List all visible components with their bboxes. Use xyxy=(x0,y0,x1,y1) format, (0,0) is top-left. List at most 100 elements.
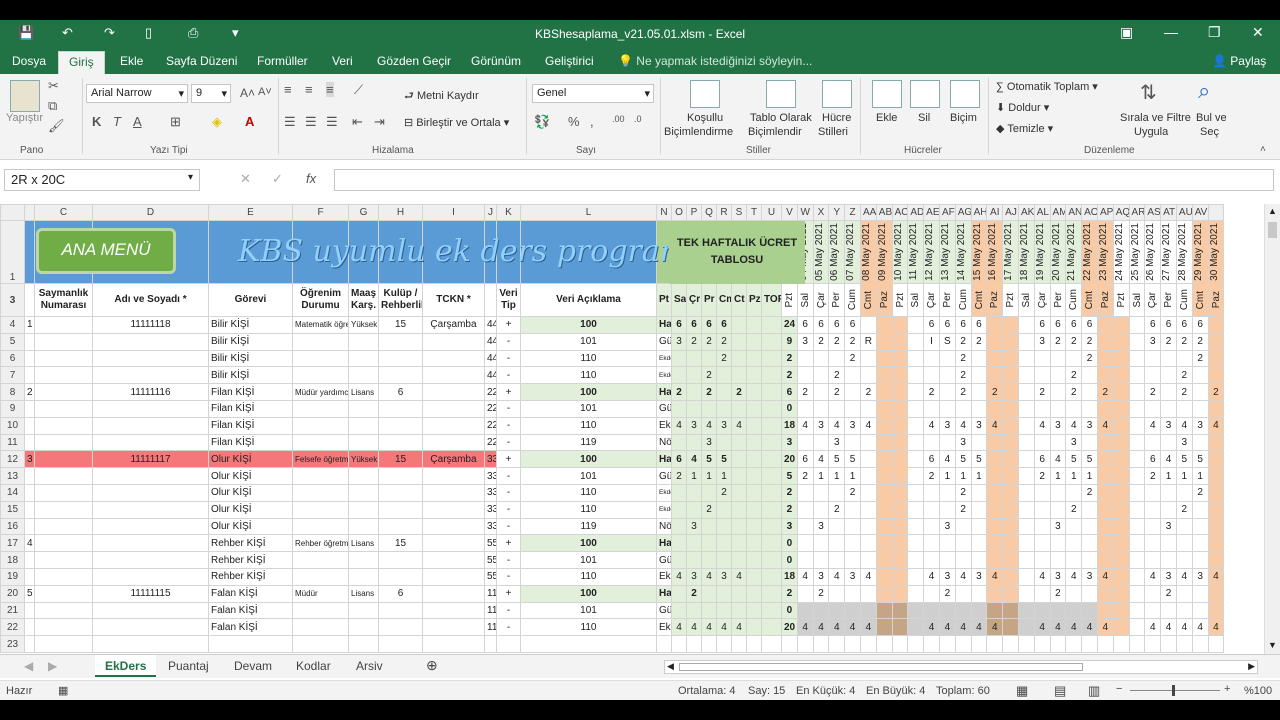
name-cell[interactable]: Bilir KİŞİ xyxy=(208,332,293,351)
day-cell[interactable] xyxy=(1191,534,1209,553)
insert-cells-icon[interactable] xyxy=(872,80,902,108)
ogrenim-cell[interactable] xyxy=(348,332,379,351)
saymanlik-cell[interactable] xyxy=(92,332,209,351)
day-cell[interactable] xyxy=(907,366,925,385)
veri-tip-cell[interactable]: 101 xyxy=(520,332,657,351)
day-cell[interactable] xyxy=(1002,399,1019,418)
name-box[interactable]: 2R x 20C ▾ xyxy=(4,169,200,191)
zoom-out-icon[interactable]: − xyxy=(1116,683,1122,695)
weekly-hours-cell[interactable] xyxy=(761,483,782,502)
veri-tip-cell[interactable]: 110 xyxy=(520,349,657,368)
weekly-hours-cell[interactable] xyxy=(746,416,762,435)
day-cell[interactable]: 4 xyxy=(1096,618,1114,637)
total-cell[interactable]: 0 xyxy=(781,601,798,620)
day-cell[interactable] xyxy=(796,534,814,553)
weekly-hours-cell[interactable] xyxy=(746,618,762,637)
day-cell[interactable]: 2 xyxy=(1191,349,1209,368)
sign-cell[interactable]: - xyxy=(496,483,521,502)
weekly-hours-cell[interactable]: 1 xyxy=(686,467,702,485)
sign-cell[interactable]: - xyxy=(496,349,521,368)
gorev-cell[interactable] xyxy=(292,366,349,385)
ogrenim-cell[interactable] xyxy=(348,567,379,586)
empty-cell[interactable] xyxy=(34,635,93,653)
tckn-cell[interactable]: 22222222222 xyxy=(484,433,497,452)
day-cell[interactable] xyxy=(1112,416,1130,435)
borders-icon[interactable]: ⊞ xyxy=(170,114,181,130)
day-cell[interactable] xyxy=(970,349,988,368)
maas-cell[interactable]: 15 xyxy=(378,316,423,334)
minimize-icon[interactable]: — xyxy=(1164,24,1178,40)
insert-cells-label[interactable]: Ekle xyxy=(876,112,897,124)
column-header[interactable]: P xyxy=(686,204,702,221)
day-cell[interactable] xyxy=(1033,534,1051,553)
empty-cell[interactable] xyxy=(24,635,35,653)
day-cell[interactable] xyxy=(844,383,861,401)
weekly-hours-cell[interactable] xyxy=(761,416,782,435)
grow-font-icon[interactable]: A˄ xyxy=(240,86,255,100)
select-all-corner[interactable] xyxy=(0,204,25,221)
day-cell[interactable] xyxy=(812,500,830,519)
day-cell[interactable] xyxy=(844,601,861,620)
day-cell[interactable] xyxy=(1112,584,1130,603)
weekly-hours-cell[interactable]: 3 xyxy=(716,416,732,435)
total-cell[interactable]: 2 xyxy=(781,584,798,603)
day-cell[interactable] xyxy=(828,534,846,553)
empty-cell[interactable] xyxy=(938,635,956,653)
conditional-formatting-label1[interactable]: Koşullu xyxy=(687,112,723,124)
day-cell[interactable]: 2 xyxy=(1191,332,1209,351)
veri-aciklama-cell[interactable]: Ekders Yer.Geç.Gör. - Kulüp/Rehberlik xyxy=(656,500,672,519)
weekly-hours-cell[interactable] xyxy=(671,551,687,569)
day-cell[interactable] xyxy=(1002,416,1019,435)
weekly-hours-cell[interactable] xyxy=(716,551,732,569)
tckn-cell[interactable]: 22222222222 xyxy=(484,416,497,435)
saymanlik-cell[interactable] xyxy=(92,517,209,536)
weekly-hours-cell[interactable]: 4 xyxy=(701,416,717,435)
day-cell[interactable] xyxy=(1207,601,1225,620)
ogrenim-cell[interactable] xyxy=(348,467,379,485)
column-header[interactable]: L xyxy=(520,204,657,221)
gorev-cell[interactable]: Matematik öğretmeni xyxy=(292,316,349,334)
number-format-select[interactable]: Genel ▾ xyxy=(532,84,654,103)
day-cell[interactable] xyxy=(1065,601,1083,620)
weekly-hours-cell[interactable] xyxy=(731,483,747,502)
day-cell[interactable]: 4 xyxy=(1207,567,1225,586)
weekly-hours-cell[interactable] xyxy=(761,433,782,452)
empty-cell[interactable] xyxy=(1112,635,1130,653)
day-cell[interactable] xyxy=(828,483,846,502)
veri-tip-cell[interactable]: 100 xyxy=(520,316,657,334)
veri-aciklama-cell[interactable]: Gündüz xyxy=(656,551,672,569)
day-cell[interactable]: 1 xyxy=(970,467,988,485)
column-header[interactable]: X xyxy=(812,204,830,221)
day-cell[interactable]: 6 xyxy=(1033,450,1051,469)
day-cell[interactable]: 2 xyxy=(844,483,861,502)
ogrenim-cell[interactable] xyxy=(348,517,379,536)
scroll-thumb[interactable] xyxy=(1268,222,1277,238)
day-cell[interactable]: 2 xyxy=(1144,467,1162,485)
weekly-hours-cell[interactable] xyxy=(746,584,762,603)
tckn-cell[interactable]: 44444444444 xyxy=(484,349,497,368)
day-cell[interactable]: 4 xyxy=(954,567,972,586)
day-cell[interactable] xyxy=(1033,500,1051,519)
maas-cell[interactable]: 15 xyxy=(378,534,423,553)
day-cell[interactable]: 6 xyxy=(1175,316,1193,334)
maas-cell[interactable] xyxy=(378,517,423,536)
weekly-hours-cell[interactable] xyxy=(746,551,762,569)
day-cell[interactable] xyxy=(891,316,909,334)
maas-cell[interactable] xyxy=(378,467,423,485)
veri-aciklama-cell[interactable]: Haftalık Ders Programı xyxy=(656,584,672,603)
saymanlik-cell[interactable] xyxy=(92,483,209,502)
serial-cell[interactable] xyxy=(24,366,35,385)
day-cell[interactable] xyxy=(907,332,925,351)
tab-giris[interactable]: Giriş xyxy=(58,51,105,74)
gorev-cell[interactable] xyxy=(292,618,349,637)
day-cell[interactable] xyxy=(891,332,909,351)
prev-sheet-icon[interactable]: ◀ xyxy=(24,659,33,673)
saymanlik-cell[interactable] xyxy=(92,500,209,519)
day-cell[interactable]: 4 xyxy=(1160,618,1177,637)
day-cell[interactable] xyxy=(923,534,940,553)
veri-aciklama-cell[interactable]: Ekders Yer.Geç.Gör. - Hazırlık/Planlama xyxy=(656,349,672,368)
sign-cell[interactable]: + xyxy=(496,383,521,401)
empty-cell[interactable] xyxy=(954,635,972,653)
kulup-cell[interactable] xyxy=(422,416,485,435)
day-cell[interactable] xyxy=(1081,500,1098,519)
